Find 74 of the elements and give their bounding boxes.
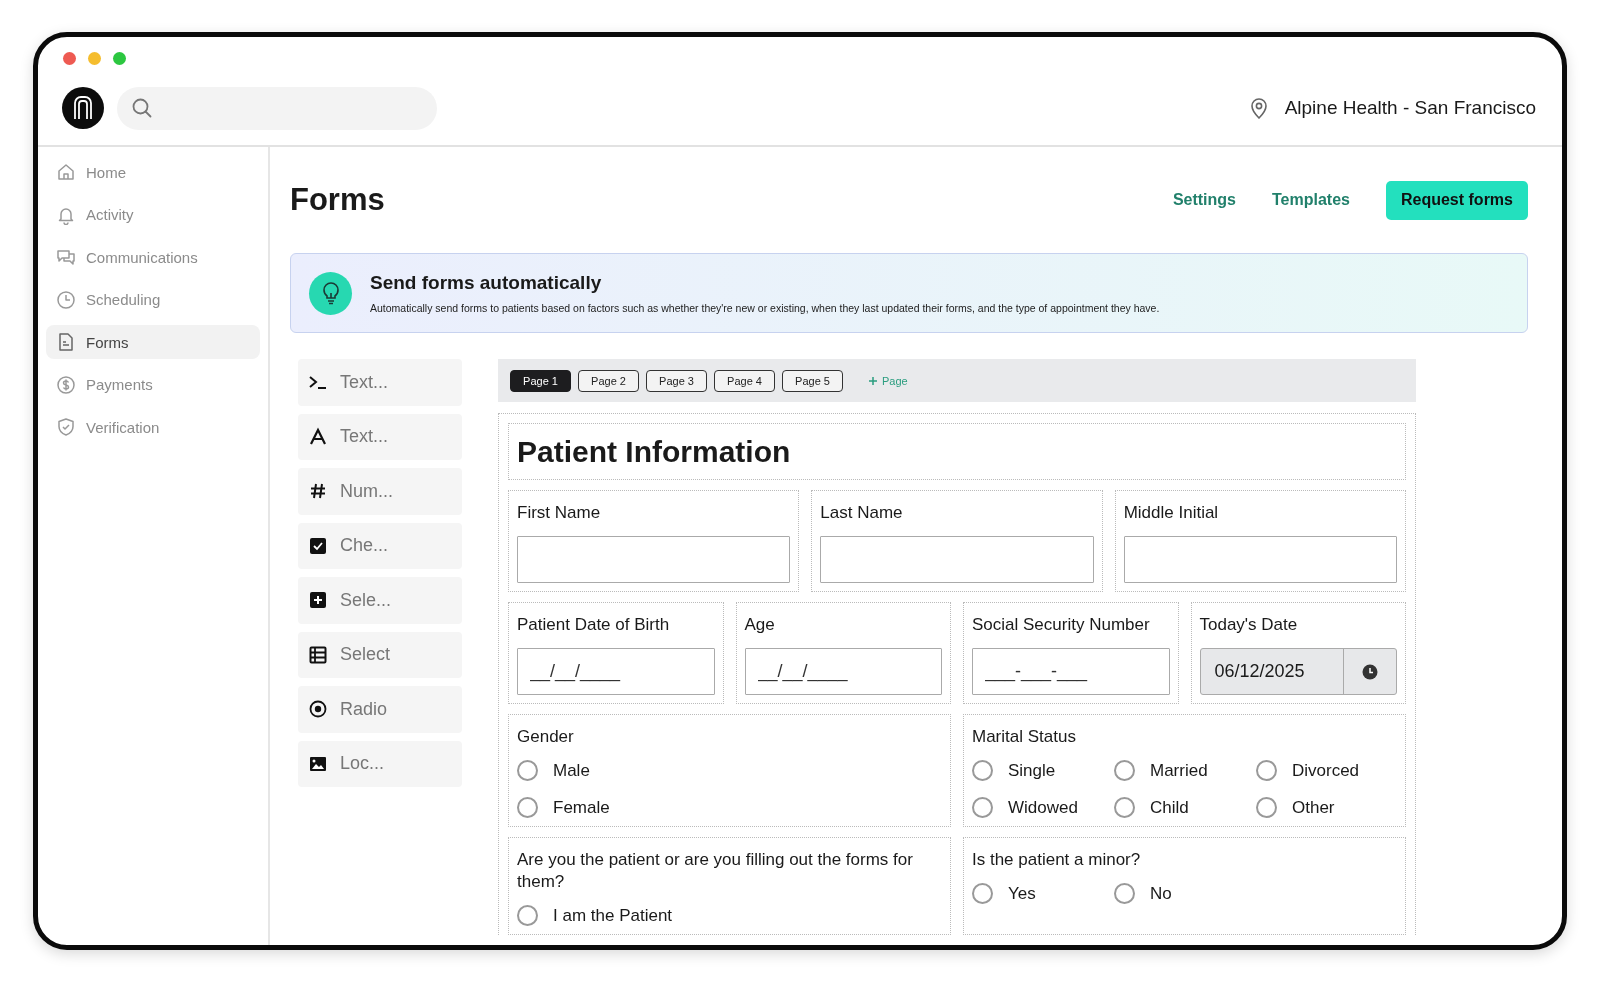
radio-option[interactable]: Child <box>1114 797 1224 819</box>
field-type-item[interactable]: Text... <box>298 359 462 406</box>
banner-title: Send forms automatically <box>370 272 603 294</box>
page-tab[interactable]: Page 2 <box>578 369 639 392</box>
search-field[interactable] <box>117 86 437 130</box>
page-title: Forms <box>290 182 385 218</box>
chat-bubbles-icon <box>56 247 76 267</box>
text-input[interactable]: ___-___-___ <box>972 648 1170 696</box>
lightbulb-icon <box>309 271 352 315</box>
field-type-item[interactable]: Sele... <box>298 577 462 624</box>
form-title: Patient Information <box>516 434 792 470</box>
zoom-window-button[interactable] <box>113 52 126 65</box>
radio-option[interactable]: Married <box>1114 760 1224 782</box>
field-label: First Name <box>517 502 602 524</box>
minimize-window-button[interactable] <box>88 52 101 65</box>
field-type-item[interactable]: Che... <box>298 522 462 569</box>
logo-icon[interactable] <box>62 87 104 129</box>
close-window-button[interactable] <box>63 52 76 65</box>
text-input[interactable]: __/__/____ <box>744 648 942 696</box>
page-tab[interactable]: Page 3 <box>646 369 707 392</box>
radio-option[interactable]: Single <box>972 760 1082 782</box>
sidebar-item[interactable]: Forms <box>46 325 260 359</box>
field-label: Marital Status <box>972 726 1077 749</box>
field-label: Is the patient a minor? <box>972 849 1142 872</box>
plus-icon <box>868 375 878 386</box>
radio-option[interactable]: Male <box>517 760 627 782</box>
field-type-item[interactable]: Radio <box>298 686 462 733</box>
text-input[interactable] <box>1123 536 1397 584</box>
radio-icon <box>308 699 328 720</box>
page-tab[interactable]: Page 1 <box>510 369 571 392</box>
home-icon <box>56 162 76 182</box>
field-type-item[interactable]: Num... <box>298 468 462 515</box>
header-link[interactable]: Settings <box>1172 191 1236 209</box>
radio-option[interactable]: Other <box>1256 797 1366 819</box>
radio-option[interactable]: Female <box>517 797 627 819</box>
page-tab[interactable]: Page 5 <box>782 369 843 392</box>
list-icon <box>308 644 328 665</box>
sidebar-item[interactable]: Scheduling <box>46 282 260 317</box>
sidebar-item[interactable]: Verification <box>46 410 260 444</box>
location-pin-icon <box>1248 97 1269 119</box>
clock-icon <box>56 289 76 310</box>
field-label: Patient Date of Birth <box>517 614 671 637</box>
shield-check-icon <box>56 417 76 437</box>
field-label: Today's Date <box>1199 614 1299 637</box>
text-input[interactable] <box>517 536 791 584</box>
field-label: Gender <box>517 726 575 749</box>
text-input[interactable]: __/__/____ <box>517 648 715 696</box>
radio-option[interactable]: Widowed <box>972 797 1082 819</box>
dollar-icon <box>56 374 76 395</box>
banner-description: Automatically send forms to patients based on factors such as whether they're new or existing, when they last updated their forms, and the type of appointment they have. <box>370 302 1160 314</box>
page-tab[interactable]: Page 4 <box>714 369 775 392</box>
radio-option[interactable]: No <box>1114 883 1224 905</box>
location-name[interactable]: Alpine Health - San Francisco <box>1284 97 1536 119</box>
field-label: Social Security Number <box>972 614 1151 637</box>
radio-option[interactable]: Yes <box>972 883 1082 905</box>
search-icon <box>131 97 153 119</box>
clock-icon <box>1362 663 1378 680</box>
header-link[interactable]: Templates <box>1272 191 1350 209</box>
field-label: Age <box>744 614 776 637</box>
document-icon <box>56 332 76 352</box>
text-input[interactable] <box>820 536 1094 584</box>
field-label: Last Name <box>820 502 904 524</box>
field-type-item[interactable]: Text... <box>298 413 462 460</box>
radio-option[interactable]: Divorced <box>1256 760 1366 782</box>
letter-icon <box>308 426 328 447</box>
field-type-item[interactable]: Select <box>298 631 462 678</box>
plus-square-icon <box>308 590 328 611</box>
sidebar-item[interactable]: Communications <box>46 240 260 274</box>
radio-option[interactable]: I am the Patient <box>517 905 673 927</box>
request-forms-button[interactable]: Request forms <box>1385 180 1528 220</box>
field-label: Are you the patient or are you filling out the forms for them? <box>517 849 914 894</box>
checkbox-icon <box>308 535 328 556</box>
field-label: Middle Initial <box>1123 502 1220 524</box>
field-type-item[interactable]: Loc... <box>298 740 462 787</box>
